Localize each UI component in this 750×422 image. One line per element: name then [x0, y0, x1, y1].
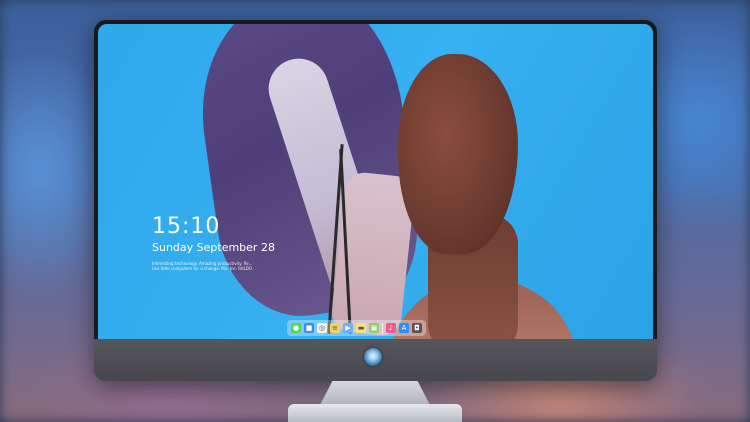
- lock-screen[interactable]: 15:10 Sunday September 28 Interesting te…: [98, 24, 653, 339]
- app-store-icon[interactable]: A: [399, 323, 409, 333]
- dock-separator: [382, 322, 383, 334]
- dock: ● ■ ◎ ≡ ▶ ▬ ▣ ♪ A ◘: [287, 320, 426, 336]
- stickies-icon[interactable]: ▬: [356, 323, 366, 333]
- lock-screen-notice: Interesting technology. Amazing producti…: [152, 261, 272, 271]
- brand-logo-icon: [364, 348, 382, 366]
- notice-line: Use Intel computers for a change. Mu. In…: [152, 266, 253, 271]
- monitor-stand-base: [288, 404, 462, 422]
- lock-screen-date: Sunday September 28: [152, 241, 275, 254]
- monitor: 15:10 Sunday September 28 Interesting te…: [94, 20, 657, 381]
- music-icon[interactable]: ♪: [386, 323, 396, 333]
- messages-icon[interactable]: ●: [291, 323, 301, 333]
- monitor-chin: [94, 339, 657, 381]
- lock-screen-time: 15:10: [152, 214, 221, 239]
- finder-icon[interactable]: ■: [304, 323, 314, 333]
- video-icon[interactable]: ▶: [343, 323, 353, 333]
- notes-icon[interactable]: ≡: [330, 323, 340, 333]
- photo-booth-icon[interactable]: ◘: [412, 323, 422, 333]
- safari-icon[interactable]: ◎: [317, 323, 327, 333]
- preview-icon[interactable]: ▣: [369, 323, 379, 333]
- wallpaper-face: [398, 54, 518, 254]
